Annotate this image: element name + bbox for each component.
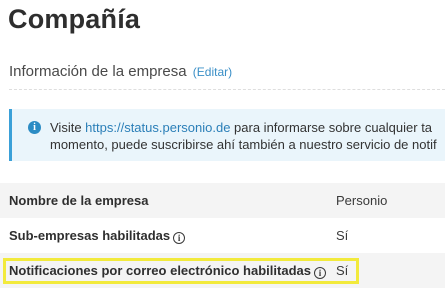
info-text-suffix: para informarse sobre cualquier ta	[230, 120, 433, 135]
row-value-email-notifications: Sí	[336, 263, 349, 278]
section-header: Información de la empresa (Editar)	[9, 63, 232, 80]
section-title: Información de la empresa	[9, 63, 187, 80]
table-row: Nombre de la empresa Personio	[0, 183, 445, 218]
row-label-email-notifications: Notificaciones por correo electrónico ha…	[9, 263, 326, 279]
info-circle-icon[interactable]: i	[173, 232, 186, 244]
info-icon: i	[28, 121, 41, 134]
info-banner: i Visite https://status.personio.de para…	[9, 109, 445, 161]
row-value-subcompanies: Sí	[336, 228, 349, 243]
subcompanies-label-text: Sub-empresas habilitadas	[9, 228, 171, 243]
row-label-subcompanies: Sub-empresas habilitadas i	[9, 228, 186, 244]
status-page-link[interactable]: https://status.personio.de	[85, 120, 230, 135]
row-value-company-name: Personio	[336, 193, 388, 208]
table-row: Notificaciones por correo electrónico ha…	[0, 253, 445, 288]
edit-link[interactable]: (Editar)	[193, 65, 232, 79]
table-row: Sub-empresas habilitadas i Sí	[0, 218, 445, 253]
page-title: Compañía	[8, 4, 141, 34]
info-text-prefix: Visite	[50, 120, 86, 135]
info-line-2: momento, puede suscribirse ahí también a…	[50, 137, 437, 152]
row-label-company-name: Nombre de la empresa	[9, 193, 149, 208]
email-notifications-label-text: Notificaciones por correo electrónico ha…	[9, 263, 311, 278]
section-divider	[9, 89, 445, 90]
info-line-1: Visite https://status.personio.de para i…	[50, 120, 432, 135]
info-circle-icon[interactable]: i	[313, 267, 326, 279]
